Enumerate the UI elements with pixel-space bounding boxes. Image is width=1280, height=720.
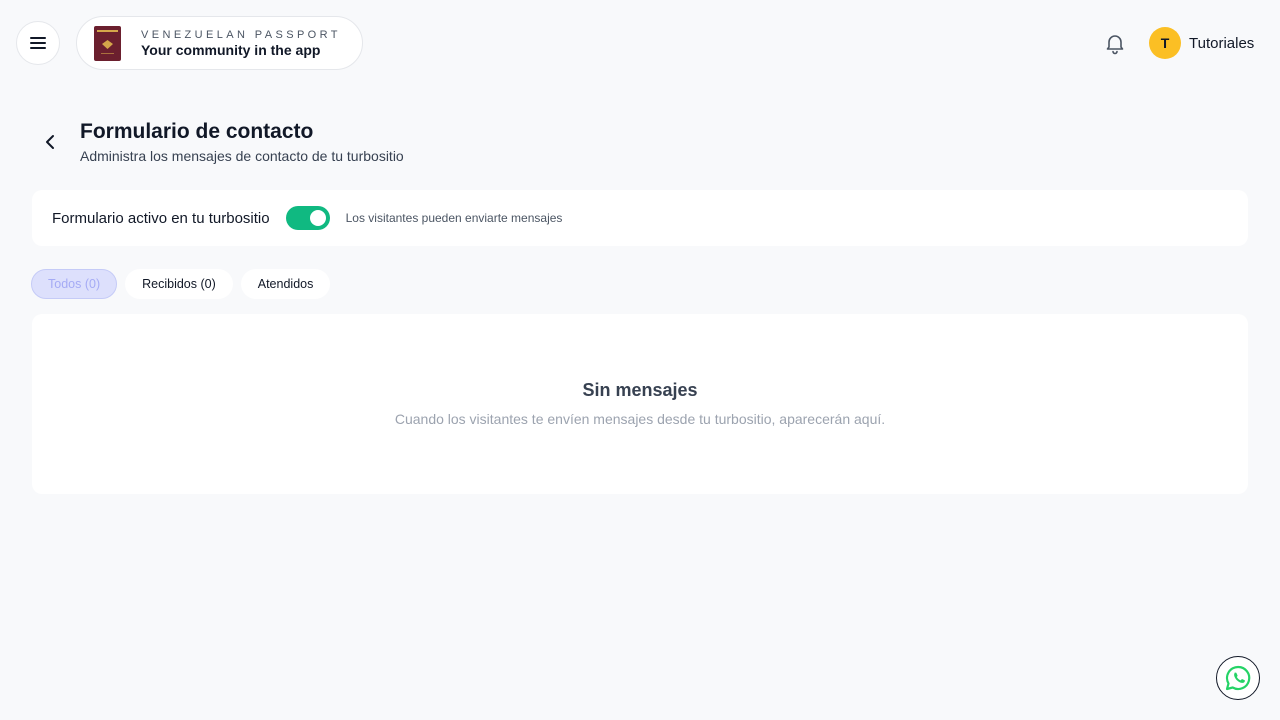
bell-icon — [1106, 35, 1124, 55]
tab-atendidos[interactable]: Atendidos — [240, 269, 331, 299]
form-active-label: Formulario activo en tu turbositio — [52, 209, 270, 227]
menu-button[interactable] — [16, 21, 60, 65]
form-status-card: Formulario activo en tu turbositio Los v… — [32, 190, 1248, 246]
messages-empty-state: Sin mensajes Cuando los visitantes te en… — [32, 314, 1248, 494]
whatsapp-icon — [1225, 665, 1251, 691]
brand-tagline: Your community in the app — [141, 41, 321, 58]
user-menu[interactable]: T Tutoriales — [1149, 27, 1254, 59]
form-active-toggle[interactable] — [285, 206, 330, 230]
tab-recibidos[interactable]: Recibidos (0) — [125, 269, 233, 299]
empty-state-title: Sin mensajes — [582, 380, 698, 400]
avatar: T — [1149, 27, 1181, 59]
message-filter-tabs: Todos (0) Recibidos (0) Atendidos — [31, 269, 331, 299]
page-subtitle: Administra los mensajes de contacto de t… — [80, 148, 404, 164]
tab-todos[interactable]: Todos (0) — [31, 269, 118, 299]
page-title: Formulario de contacto — [80, 120, 314, 143]
form-active-description: Los visitantes pueden enviarte mensajes — [345, 211, 563, 225]
empty-state-description: Cuando los visitantes te envíen mensajes… — [394, 411, 886, 427]
hamburger-icon — [30, 37, 46, 49]
user-name: Tutoriales — [1189, 34, 1255, 52]
passport-logo — [94, 25, 121, 61]
toggle-knob — [309, 210, 326, 226]
whatsapp-button[interactable] — [1216, 656, 1260, 700]
notifications-button[interactable] — [1103, 31, 1127, 55]
chevron-left-icon — [46, 135, 54, 149]
back-button[interactable] — [38, 130, 62, 154]
brand-pill[interactable]: VENEZUELAN PASSPORT Your community in th… — [76, 16, 363, 70]
brand-name: VENEZUELAN PASSPORT — [141, 28, 341, 41]
